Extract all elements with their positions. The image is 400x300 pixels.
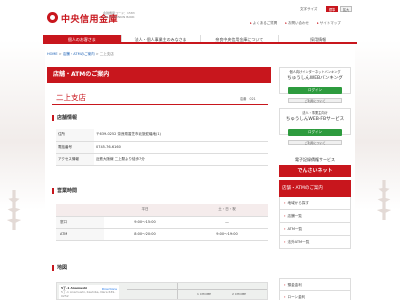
- breadcrumb-current: 二上支店: [99, 52, 114, 56]
- table-label: 窓口: [56, 216, 104, 229]
- nav-personal[interactable]: 個人のお客さま: [43, 35, 122, 42]
- densai-net-button[interactable]: でんさいネット: [279, 165, 351, 177]
- breadcrumb: HOME > 店舗・ATMのご案内 > 二上支店: [47, 52, 114, 57]
- web-banking-info-button[interactable]: ご利用について: [288, 98, 342, 103]
- table-row: 電話番号 0745-76-6160: [56, 141, 268, 154]
- side-menu-item[interactable]: ローン金利: [279, 291, 351, 300]
- side-menu-item[interactable]: 地域から探す: [279, 197, 351, 210]
- nav-recruit[interactable]: 採用情報: [279, 35, 357, 42]
- table-header-cell: 土・日・祝: [186, 204, 268, 217]
- table-cell: 9:00～15:00: [104, 216, 186, 229]
- page-title: 店舗・ATMのご案内: [47, 67, 271, 83]
- map-popup-address: 5丁-1 Anamushi, Kashiba, Nara 639-0252: [61, 290, 116, 298]
- store-side-menu: 店舗・ATMのご案内 地域から探す 店舗一覧 ATM一覧 法外ATM一覧: [279, 178, 351, 249]
- logo-subtitle: 金融機関コード：1583 CHUO SHINKIN BANK: [103, 11, 135, 19]
- table-label: ATM: [56, 228, 104, 241]
- right-decoration: [355, 40, 400, 220]
- banner-service-name: ちゅうしんWEB-FBサービス: [285, 117, 345, 122]
- store-code: 店番 021: [240, 97, 256, 101]
- contact-link[interactable]: お問い合わせ: [285, 21, 309, 26]
- table-label: 電話番号: [56, 141, 94, 154]
- breadcrumb-home[interactable]: HOME: [47, 52, 58, 56]
- map-directions-link[interactable]: Directions: [102, 287, 117, 291]
- divider: [52, 104, 268, 105]
- side-menu-item[interactable]: 店舗一覧: [279, 210, 351, 223]
- side-menu-item[interactable]: ATM一覧: [279, 223, 351, 236]
- table-header-row: 平日 土・日・祝: [56, 204, 268, 217]
- address-value: 〒639-0252 奈良県香芝市北旅蛇磯地(1): [94, 129, 268, 142]
- table-cell: 9:00～19:00: [186, 228, 268, 241]
- table-header-cell: [56, 204, 104, 217]
- banner-service-name: ちゅうしんWEBバンキング: [287, 76, 343, 81]
- store-info-table: 住所 〒639-0252 奈良県香芝市北旅蛇磯地(1) 電話番号 0745-76…: [56, 129, 268, 166]
- pagoda-illustration: [376, 180, 392, 220]
- branch-name: 二上支店: [56, 93, 86, 102]
- nav-corporate[interactable]: 法人・個人事業主のみなさま: [121, 35, 201, 42]
- font-size-label: 文字サイズ: [300, 7, 318, 11]
- left-decoration: [0, 40, 45, 230]
- access-value: 近鉄大阪線 二上駅より徒歩7分: [94, 153, 268, 166]
- web-banking-login-button[interactable]: ログイン: [288, 87, 342, 94]
- hours-heading: 営業時間: [52, 188, 77, 194]
- faq-link[interactable]: よくあるご質問: [250, 21, 278, 26]
- global-nav: 個人のお客さま 法人・個人事業主のみなさま 奈良中央信用金庫について 採用情報: [43, 35, 357, 44]
- sitemap-link[interactable]: サイトマップ: [317, 21, 341, 26]
- utility-links: よくあるご質問 お問い合わせ サイトマップ: [250, 21, 341, 26]
- map-label: 2 CHOME: [232, 292, 247, 296]
- table-cell: ―: [186, 216, 268, 229]
- table-row: ATM 8:00～20:00 9:00～19:00: [56, 228, 268, 241]
- map-road: [177, 283, 178, 299]
- banner-caption: 法人・事業主向け: [302, 111, 328, 115]
- logo-icon[interactable]: [47, 12, 58, 23]
- font-size-large-button[interactable]: 拡大: [340, 6, 352, 12]
- breadcrumb-stores[interactable]: 店舗・ATMのご案内: [63, 52, 95, 56]
- breadcrumb-separator: >: [58, 52, 62, 56]
- table-row: アクセス情報 近鉄大阪線 二上駅より徒歩7分: [56, 153, 268, 166]
- site-header: 中央信用金庫 金融機関コード：1583 CHUO SHINKIN BANK 文字…: [0, 0, 400, 36]
- side-menu-heading[interactable]: 店舗・ATMのご案内: [279, 180, 351, 197]
- banner-caption: 個人向けインターネットバンキング: [289, 70, 341, 74]
- table-row: 住所 〒639-0252 奈良県香芝市北旅蛇磯地(1): [56, 129, 268, 142]
- store-info-heading: 店舗情報: [52, 115, 77, 121]
- map-popup: 5丁-1 Anamushi 5丁-1 Anamushi, Kashiba, Na…: [59, 285, 119, 299]
- table-row: 窓口 9:00～15:00 ―: [56, 216, 268, 229]
- web-fb-info-button[interactable]: ご利用について: [288, 140, 342, 145]
- font-size-normal-button[interactable]: 標準: [326, 6, 338, 12]
- table-header-cell: 平日: [104, 204, 186, 217]
- side-menu-item[interactable]: 預金金利: [279, 278, 351, 291]
- map-label: 1 CHOME: [197, 292, 212, 296]
- pagoda-illustration: [6, 190, 22, 230]
- hours-table: 平日 土・日・祝 窓口 9:00～15:00 ― ATM 8:00～20:00 …: [56, 204, 268, 241]
- table-label: 住所: [56, 129, 94, 142]
- table-cell: 8:00～20:00: [104, 228, 186, 241]
- densai-caption: 電子記録債権サービス: [295, 157, 335, 162]
- nav-about[interactable]: 奈良中央信用金庫について: [200, 35, 280, 42]
- side-menu-item[interactable]: 法外ATM一覧: [279, 236, 351, 249]
- map-road: [127, 289, 267, 290]
- table-label: アクセス情報: [56, 153, 94, 166]
- web-fb-login-button[interactable]: ログイン: [288, 129, 342, 136]
- rates-side-menu: 預金金利 ローン金利: [279, 278, 351, 300]
- breadcrumb-separator: >: [95, 52, 99, 56]
- phone-value[interactable]: 0745-76-6160: [94, 141, 268, 154]
- map[interactable]: 1 CHOME 2 CHOME 5丁-1 Anamushi 5丁-1 Anamu…: [56, 282, 268, 300]
- map-heading: 地図: [52, 265, 67, 271]
